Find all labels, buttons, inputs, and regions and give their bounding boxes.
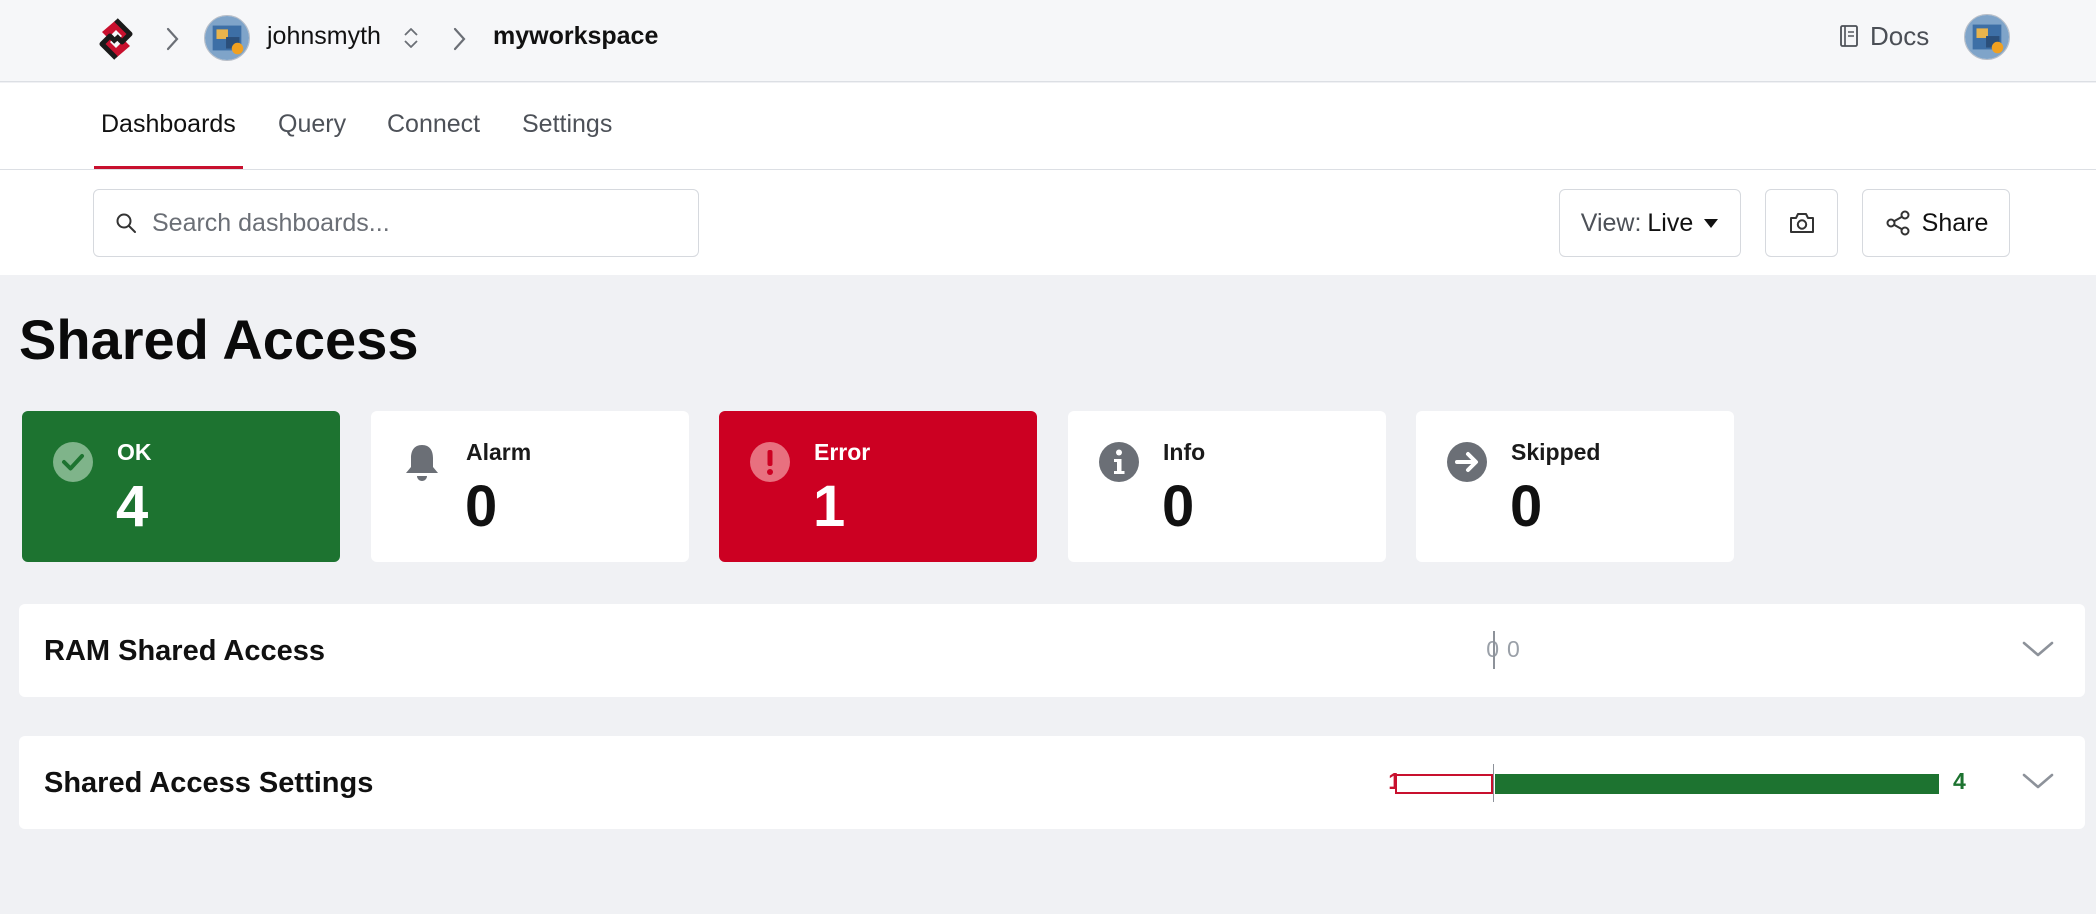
summary-label: OK	[117, 439, 152, 465]
summary-label: Skipped	[1511, 439, 1601, 465]
chevron-right-icon	[166, 27, 179, 51]
summary-value: 1	[813, 474, 846, 539]
summary-label: Alarm	[466, 439, 532, 465]
count-divider	[1493, 764, 1494, 802]
summary-card-alarm[interactable]: Alarm 0	[371, 411, 689, 562]
ok-count: 4	[1953, 768, 1966, 794]
page-title: Shared Access	[19, 308, 419, 371]
summary-label: Error	[814, 439, 871, 465]
summary-value: 0	[1162, 474, 1195, 539]
view-value: Live	[1647, 208, 1694, 237]
summary-value: 0	[1510, 474, 1543, 539]
top-bar: johnsmyth myworkspace Docs	[0, 0, 2096, 82]
book-icon	[1840, 25, 1858, 47]
share-label: Share	[1921, 208, 1989, 237]
chevron-down-icon[interactable]	[2021, 638, 2055, 660]
summary-value: 0	[465, 474, 498, 539]
search-box[interactable]	[93, 189, 699, 257]
summary-card-skipped[interactable]: Skipped 0	[1416, 411, 1734, 562]
chevron-up-down-icon[interactable]	[400, 23, 422, 53]
chevron-right-icon	[453, 27, 466, 51]
snapshot-button[interactable]	[1765, 189, 1838, 257]
count-divider	[1493, 631, 1495, 669]
dashboard-toolbar: View: Live Share	[0, 170, 2096, 275]
tab-query[interactable]: Query	[278, 83, 346, 169]
summary-label: Info	[1163, 439, 1206, 465]
check-circle-icon	[53, 442, 93, 482]
account-avatar[interactable]	[1964, 14, 2010, 60]
arrow-right-circle-icon	[1447, 442, 1487, 482]
summary-card-info[interactable]: Info 0	[1068, 411, 1386, 562]
ok-bar	[1495, 774, 1939, 794]
summary-card-ok[interactable]: OK 4	[22, 411, 340, 562]
main-tabs: Dashboards Query Connect Settings	[0, 83, 2096, 170]
tab-connect[interactable]: Connect	[387, 83, 480, 169]
camera-icon	[1789, 213, 1814, 233]
panel-title: RAM Shared Access	[44, 635, 325, 667]
summary-card-error[interactable]: Error 1	[719, 411, 1037, 562]
exclamation-circle-icon	[750, 442, 790, 482]
search-icon	[116, 213, 136, 233]
alarm-bar	[1395, 774, 1493, 794]
ok-count: 0	[1507, 636, 1520, 662]
search-input[interactable]	[152, 208, 692, 238]
breadcrumb-user[interactable]: johnsmyth	[267, 20, 381, 52]
docs-label: Docs	[1870, 20, 1930, 51]
panel-ram-shared-access[interactable]: RAM Shared Access 0 0	[19, 604, 2085, 697]
summary-value: 4	[116, 474, 149, 539]
tab-dashboards[interactable]: Dashboards	[94, 83, 243, 169]
user-avatar[interactable]	[204, 15, 250, 61]
chevron-down-icon[interactable]	[2021, 770, 2055, 792]
panel-shared-access-settings[interactable]: Shared Access Settings 1 4	[19, 736, 2085, 829]
docs-link[interactable]: Docs	[1838, 18, 1929, 54]
share-icon	[1886, 210, 1910, 236]
bell-icon	[406, 445, 438, 481]
view-label: View:	[1580, 208, 1642, 237]
info-circle-icon	[1099, 442, 1139, 482]
caret-down-icon	[1704, 219, 1719, 228]
breadcrumb-workspace[interactable]: myworkspace	[493, 20, 658, 52]
view-mode-select[interactable]: View: Live	[1559, 189, 1741, 257]
panel-title: Shared Access Settings	[44, 767, 374, 799]
app-logo-icon[interactable]	[94, 16, 138, 60]
tab-settings[interactable]: Settings	[522, 83, 612, 169]
share-button[interactable]: Share	[1862, 189, 2010, 257]
